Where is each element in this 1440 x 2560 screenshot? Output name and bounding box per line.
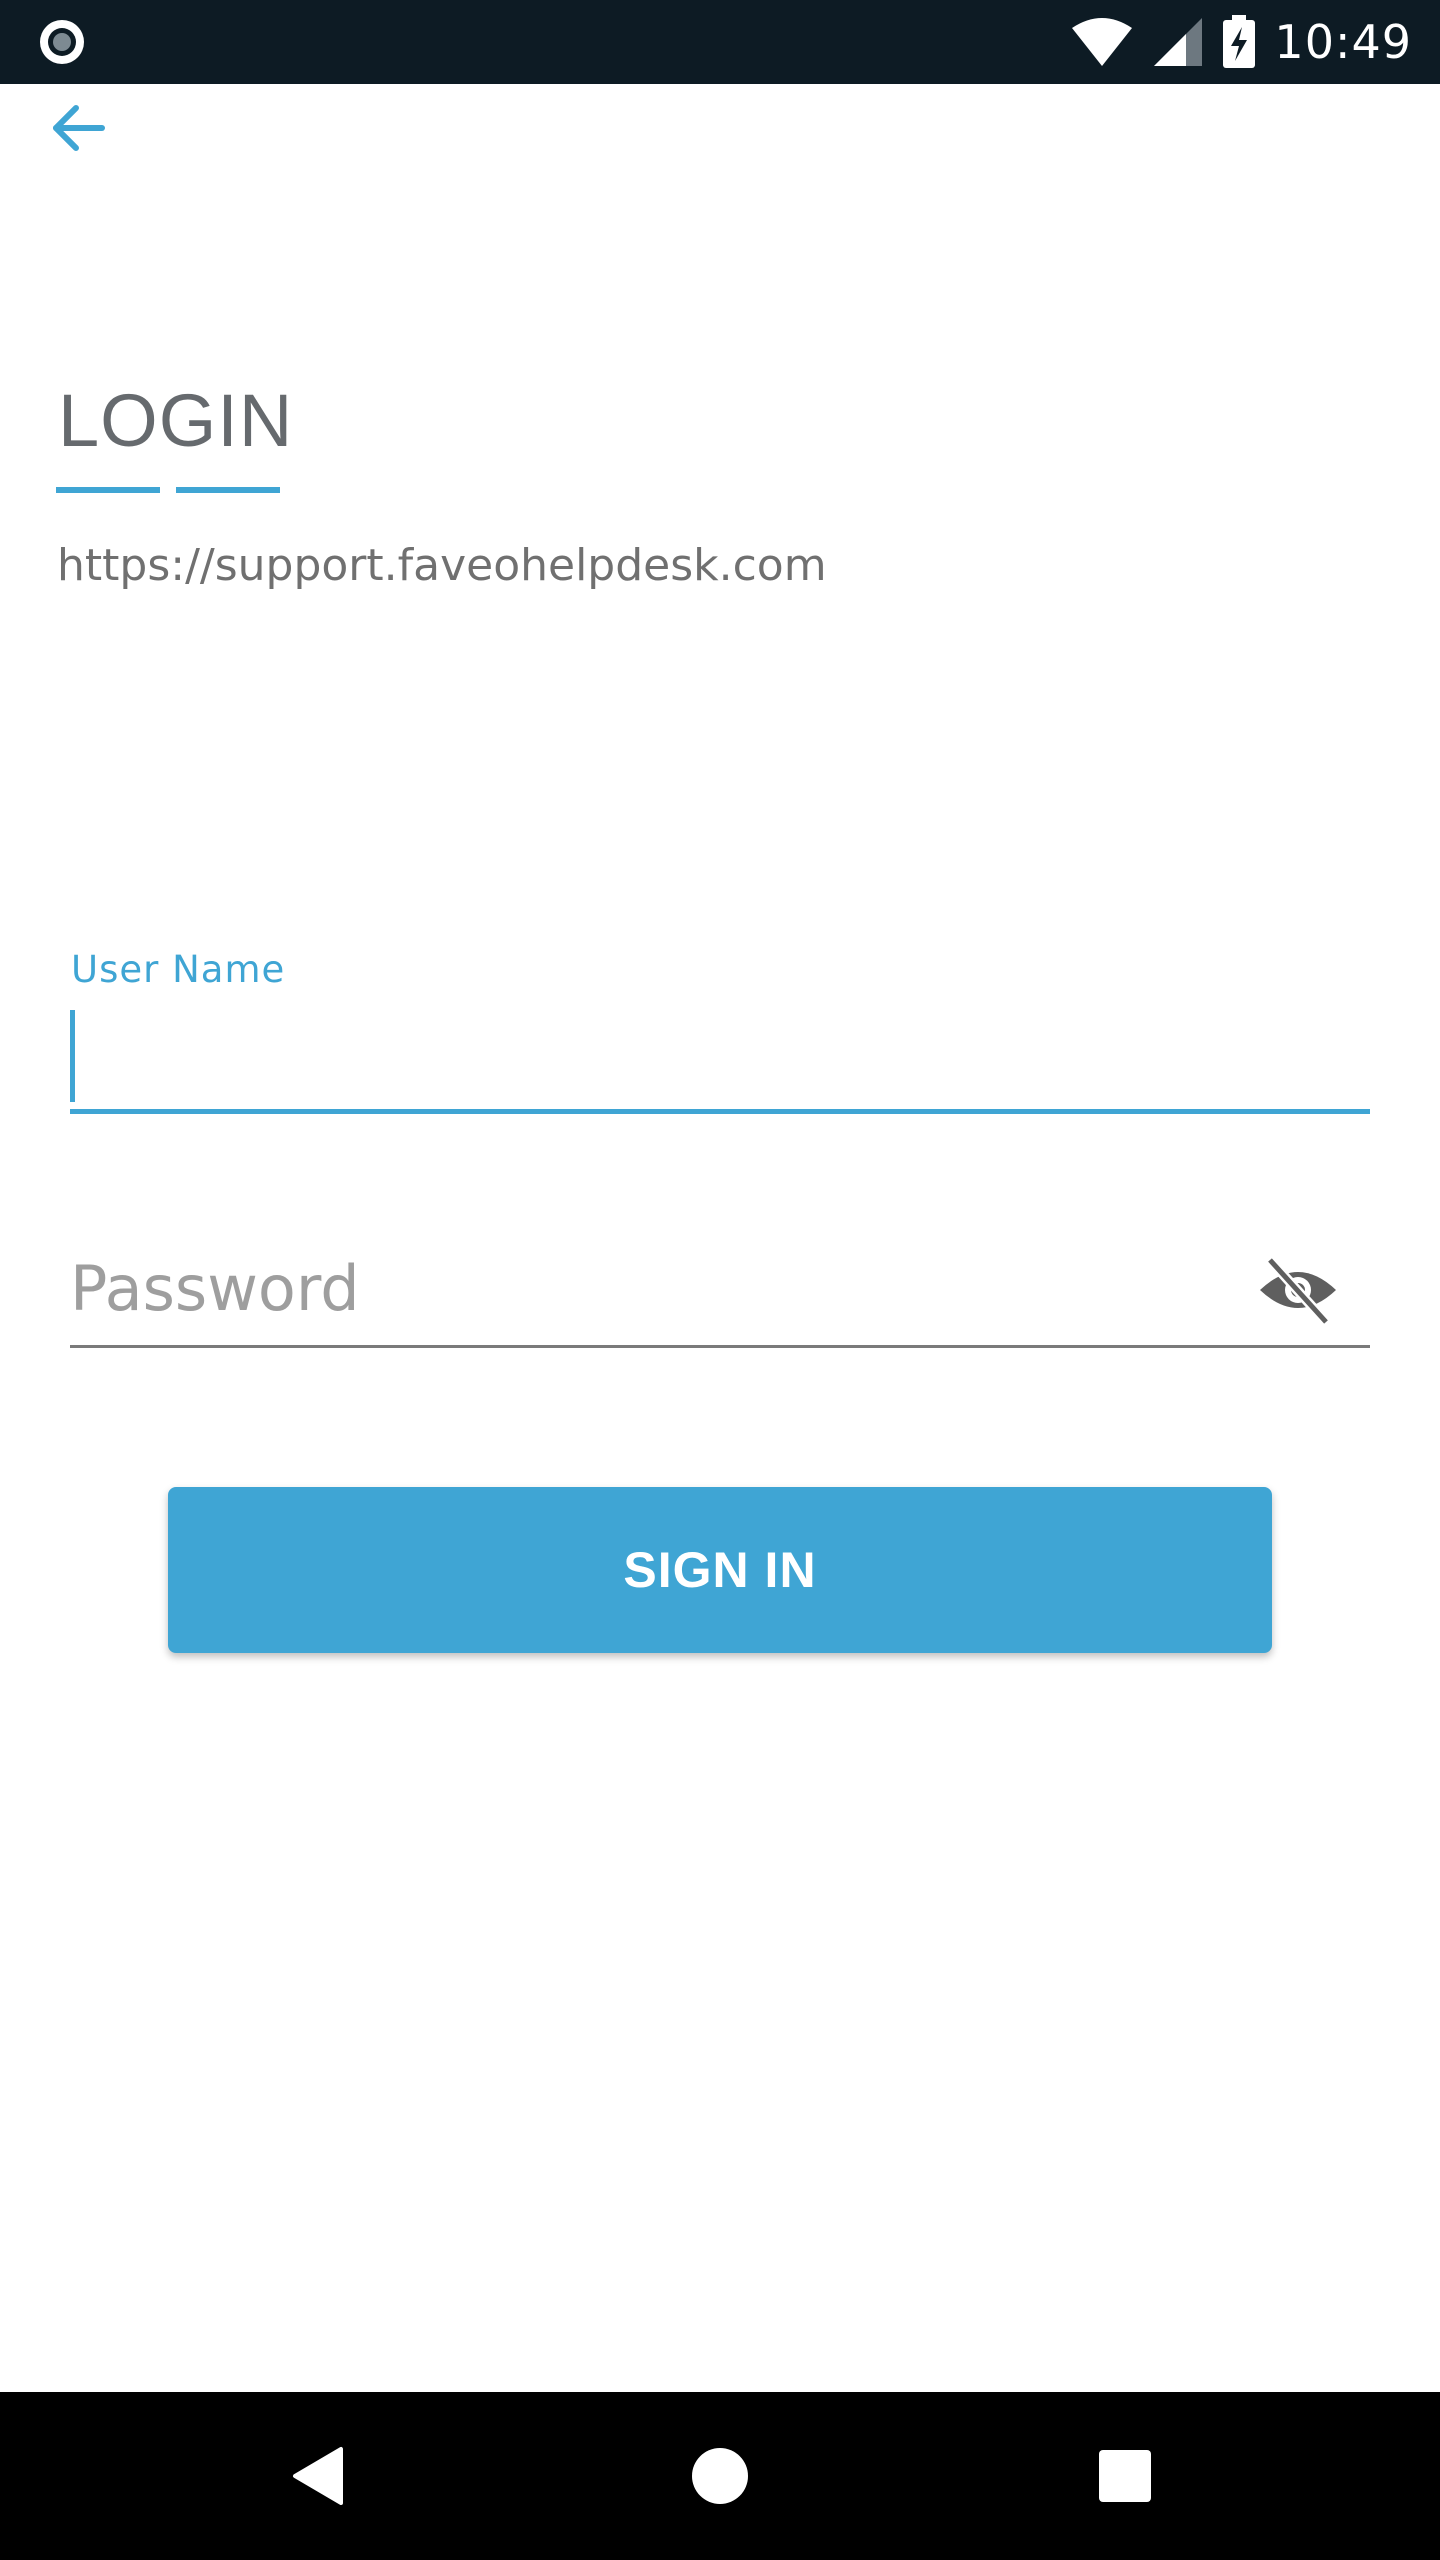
- username-label: User Name: [71, 948, 286, 991]
- cellular-signal-icon: [1154, 18, 1203, 66]
- eye-off-icon: [1260, 1256, 1336, 1326]
- nav-home-button[interactable]: [650, 2392, 790, 2560]
- wifi-icon: [1072, 18, 1133, 66]
- sign-in-button[interactable]: SIGN IN: [168, 1487, 1272, 1653]
- password-visibility-toggle[interactable]: [1256, 1252, 1340, 1328]
- navigation-bar: [0, 2392, 1440, 2560]
- triangle-back-icon: [293, 2447, 343, 2505]
- password-input[interactable]: [70, 1232, 1370, 1348]
- status-time: 10:49: [1274, 15, 1412, 69]
- server-url: https://support.faveohelpdesk.com: [57, 540, 827, 591]
- status-bar: 10:49: [0, 0, 1440, 84]
- username-input[interactable]: [70, 1010, 1370, 1114]
- title-underline: [56, 487, 160, 493]
- nav-back-button[interactable]: [247, 2392, 387, 2560]
- nav-recents-button[interactable]: [1055, 2392, 1195, 2560]
- back-button[interactable]: [38, 88, 118, 168]
- page-title: LOGIN: [58, 379, 294, 462]
- battery-charging-icon: [1223, 15, 1256, 68]
- title-underline: [176, 487, 280, 493]
- square-recents-icon: [1099, 2450, 1151, 2502]
- text-caret: [70, 1010, 75, 1102]
- status-icons: 10:49: [1070, 0, 1412, 84]
- arrow-left-icon: [53, 105, 105, 151]
- circle-home-icon: [692, 2448, 748, 2504]
- record-icon: [40, 20, 84, 64]
